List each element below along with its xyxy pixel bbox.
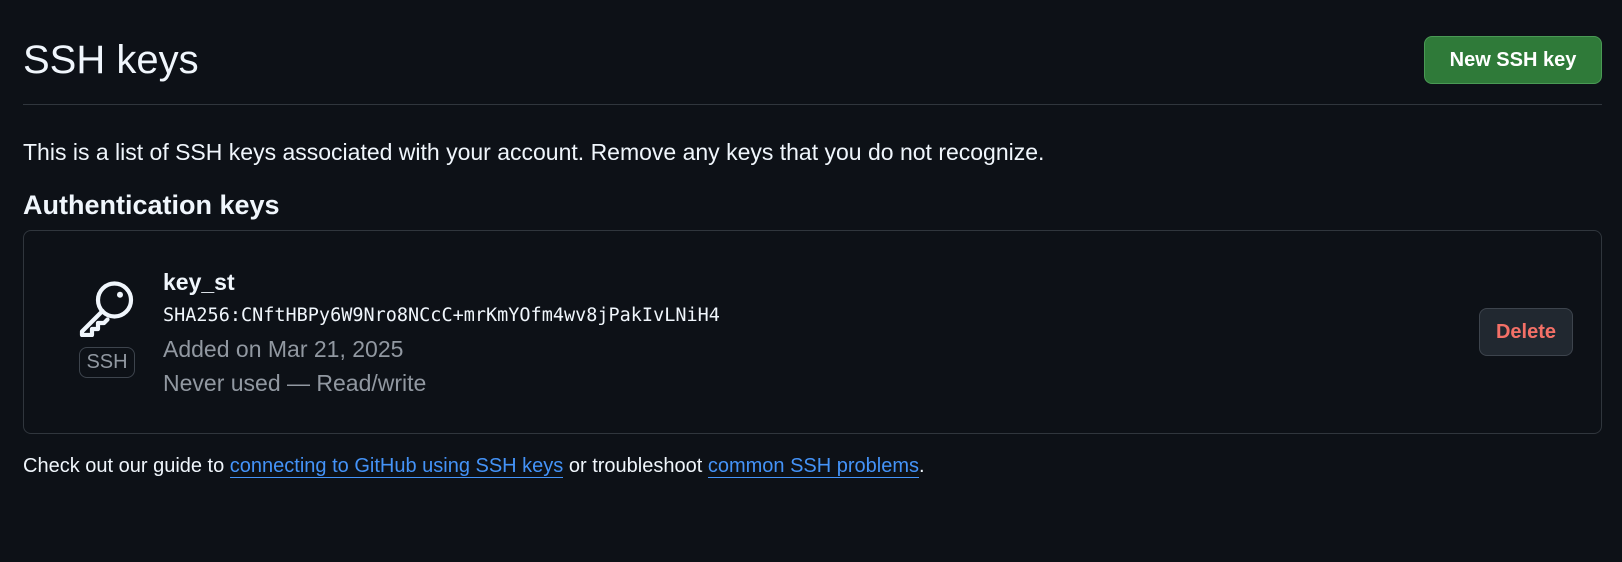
footer-suffix: . <box>919 455 925 477</box>
ssh-guide-link[interactable]: connecting to GitHub using SSH keys <box>229 455 564 478</box>
delete-key-button[interactable]: Delete <box>1479 308 1573 356</box>
header-divider <box>23 104 1602 105</box>
page-title: SSH keys <box>23 38 199 82</box>
authentication-keys-heading: Authentication keys <box>23 190 280 220</box>
key-icon <box>79 281 134 337</box>
ssh-badge: SSH <box>79 347 135 378</box>
footer-middle: or troubleshoot <box>563 455 708 477</box>
ssh-troubleshoot-link[interactable]: common SSH problems <box>707 455 920 478</box>
page-description: This is a list of SSH keys associated wi… <box>23 139 1045 165</box>
key-usage: Never used — Read/write <box>163 370 427 396</box>
new-ssh-key-button[interactable]: New SSH key <box>1424 36 1602 84</box>
footer-prefix: Check out our guide to <box>23 455 230 477</box>
key-fingerprint: SHA256:CNftHBPy6W9Nro8NCcC+mrKmYOfm4wv8j… <box>163 305 720 326</box>
key-added-date: Added on Mar 21, 2025 <box>163 336 404 362</box>
ssh-key-list-item: SSH key_st SHA256:CNftHBPy6W9Nro8NCcC+mr… <box>23 230 1602 434</box>
key-title: key_st <box>163 269 235 295</box>
footer-help-text: Check out our guide to connecting to Git… <box>23 451 925 481</box>
